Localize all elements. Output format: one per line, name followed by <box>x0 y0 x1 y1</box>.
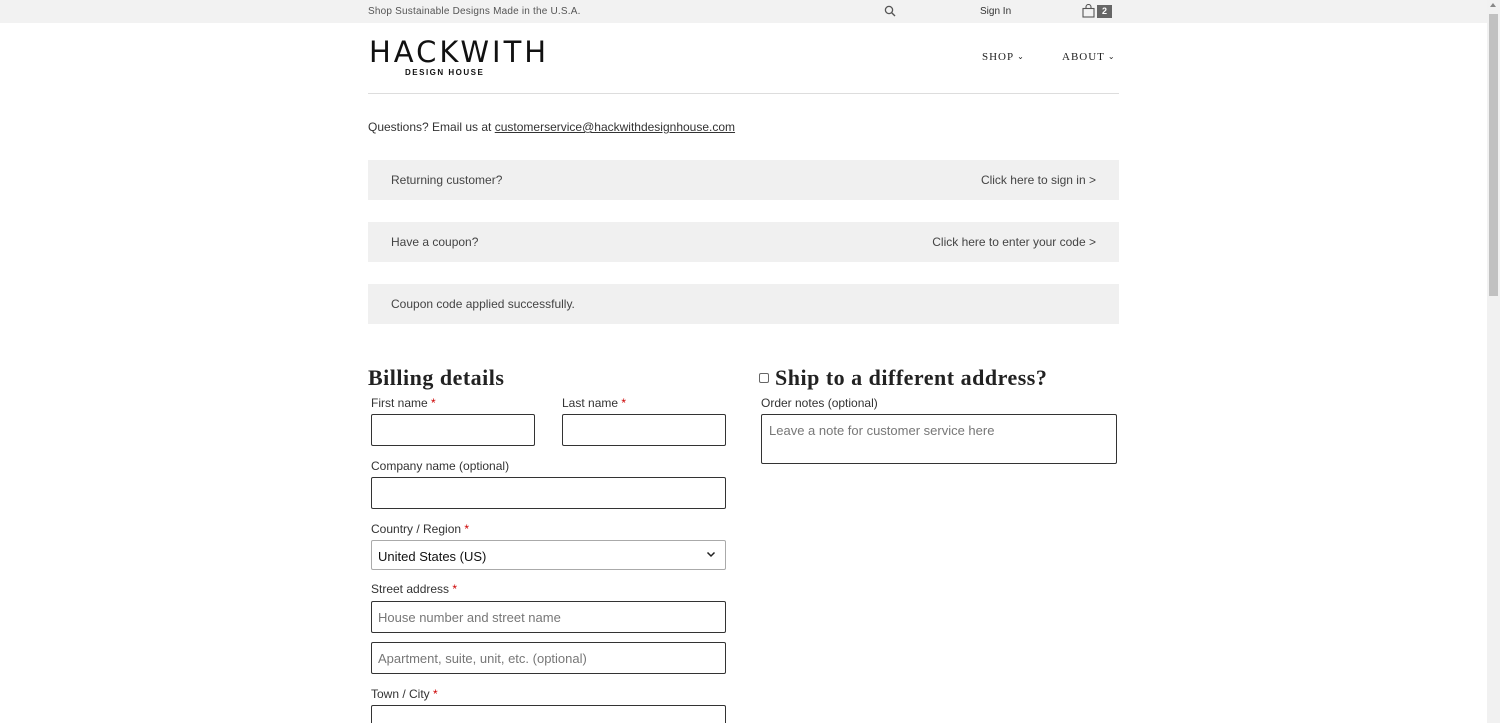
nav-shop-label: SHOP <box>982 51 1015 63</box>
city-input[interactable] <box>371 705 726 723</box>
order-notes-label: Order notes (optional) <box>761 396 878 410</box>
nav-about-label: ABOUT <box>1062 51 1105 63</box>
coupon-applied-text: Coupon code applied successfully. <box>391 297 575 311</box>
chevron-down-icon: ⌄ <box>1107 52 1116 61</box>
street-address-2-input[interactable] <box>371 642 726 674</box>
chevron-down-icon: ⌄ <box>1017 52 1025 61</box>
returning-customer-text: Returning customer? <box>391 173 503 187</box>
nav-shop[interactable]: SHOP ⌄ <box>982 51 1025 63</box>
order-notes-textarea[interactable] <box>761 414 1117 464</box>
site-logo[interactable]: HACKWITH DESIGN HOUSE <box>369 35 550 79</box>
questions-text: Questions? Email us at <box>368 120 495 134</box>
scrollbar-thumb[interactable] <box>1489 14 1498 296</box>
coupon-notice: Have a coupon? Click here to enter your … <box>368 222 1119 262</box>
company-name-label: Company name (optional) <box>371 459 510 473</box>
sign-in-link[interactable]: Sign In <box>980 6 1011 17</box>
logo-subtitle: DESIGN HOUSE <box>405 68 485 77</box>
chevron-down-icon <box>706 551 716 558</box>
returning-customer-notice: Returning customer? Click here to sign i… <box>368 160 1119 200</box>
nav-about[interactable]: ABOUT ⌄ <box>1062 51 1116 63</box>
coupon-text: Have a coupon? <box>391 235 479 249</box>
shopping-bag-icon[interactable] <box>1082 4 1095 18</box>
ship-different-checkbox[interactable] <box>759 373 769 383</box>
street-address-input[interactable] <box>371 601 726 633</box>
logo-wordmark: HACKWITH <box>369 35 550 69</box>
enter-coupon-link[interactable]: Click here to enter your code > <box>932 235 1096 249</box>
country-label: Country / Region * <box>371 522 470 536</box>
street-address-label: Street address * <box>371 582 458 596</box>
billing-details-heading: Billing details <box>368 365 505 390</box>
scroll-up-arrow-icon[interactable] <box>1490 3 1496 7</box>
country-select[interactable]: United States (US) <box>371 540 726 570</box>
first-name-label: First name * <box>371 396 436 410</box>
country-select-value: United States (US) <box>378 549 487 564</box>
page-scrollbar[interactable] <box>1487 0 1500 723</box>
company-name-input[interactable] <box>371 477 726 509</box>
last-name-input[interactable] <box>562 414 726 446</box>
last-name-label: Last name * <box>562 396 627 410</box>
sign-in-link-notice[interactable]: Click here to sign in > <box>981 173 1096 187</box>
ship-different-heading: Ship to a different address? <box>775 365 1048 390</box>
city-label: Town / City * <box>371 687 438 701</box>
customer-service-email-link[interactable]: customerservice@hackwithdesignhouse.com <box>495 120 735 134</box>
coupon-applied-notice: Coupon code applied successfully. <box>368 284 1119 324</box>
header-divider <box>368 93 1119 94</box>
top-bar: Shop Sustainable Designs Made in the U.S… <box>0 0 1487 23</box>
search-icon[interactable] <box>884 5 896 17</box>
questions-line: Questions? Email us at customerservice@h… <box>368 120 735 134</box>
cart-count-badge[interactable]: 2 <box>1097 5 1112 18</box>
promo-text: Shop Sustainable Designs Made in the U.S… <box>368 6 581 17</box>
first-name-input[interactable] <box>371 414 535 446</box>
